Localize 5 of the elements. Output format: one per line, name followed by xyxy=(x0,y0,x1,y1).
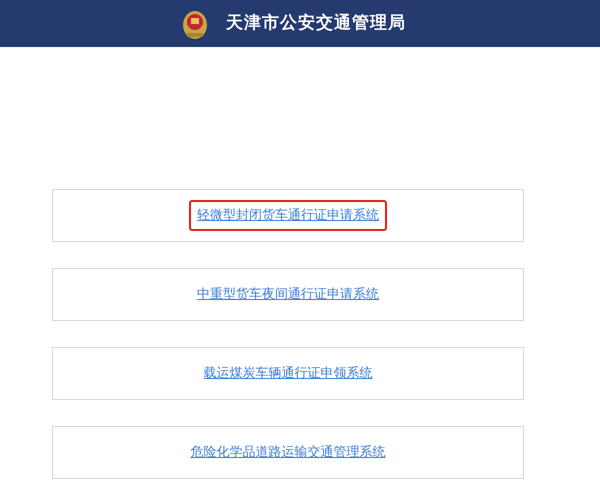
system-link[interactable]: 轻微型封闭货车通行证申请系统 xyxy=(189,200,387,232)
system-link[interactable]: 危险化学品道路运输交通管理系统 xyxy=(182,436,394,468)
system-link[interactable]: 中重型货车夜间通行证申请系统 xyxy=(189,278,387,310)
site-title: 天津市公安交通管理局 xyxy=(226,12,406,35)
system-link[interactable]: 载运煤炭车辆通行证申领系统 xyxy=(196,358,380,390)
